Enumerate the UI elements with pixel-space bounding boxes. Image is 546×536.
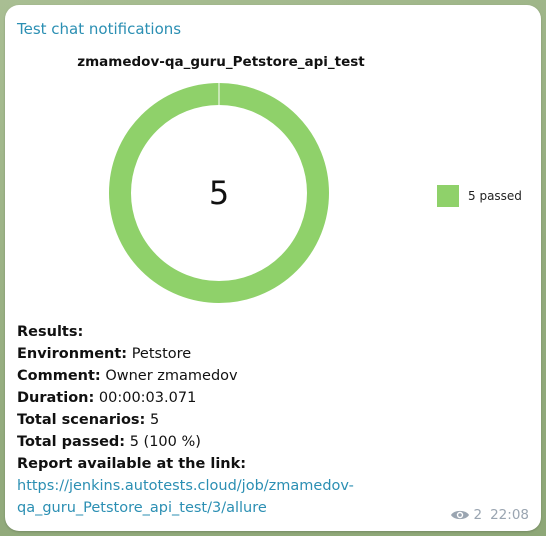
- environment-label: Environment:: [17, 346, 128, 362]
- total-scenarios-line: Total scenarios: 5: [17, 409, 537, 431]
- duration-label: Duration:: [17, 390, 95, 406]
- message-text: Results: Environment: Petstore Comment: …: [17, 321, 537, 519]
- duration-value: 00:00:03.071: [94, 390, 197, 406]
- views-count: 2: [473, 507, 483, 523]
- eye-icon: [450, 510, 469, 520]
- total-scenarios-label: Total scenarios:: [17, 412, 146, 428]
- total-passed-label: Total passed:: [17, 434, 126, 450]
- environment-line: Environment: Petstore: [17, 343, 537, 365]
- report-label-line: Report available at the link:: [17, 453, 537, 475]
- message-time: 22:08: [490, 507, 529, 523]
- total-passed-value: 5 (100 %): [125, 434, 201, 450]
- total-passed-line: Total passed: 5 (100 %): [17, 431, 537, 453]
- legend-label-passed: 5 passed: [468, 189, 522, 203]
- results-heading: Results:: [17, 324, 84, 340]
- comment-label: Comment:: [17, 368, 101, 384]
- chart-center-label: 5: [208, 174, 230, 212]
- total-scenarios-value: 5: [145, 412, 160, 428]
- chart-image[interactable]: zmamedov-qa_guru_Petstore_api_test 5 5 p…: [5, 45, 541, 325]
- duration-line: Duration: 00:00:03.071: [17, 387, 537, 409]
- comment-line: Comment: Owner zmamedov: [17, 365, 537, 387]
- environment-value: Petstore: [127, 346, 192, 362]
- legend-swatch-passed: [437, 185, 459, 207]
- report-label: Report available at the link:: [17, 456, 247, 472]
- report-link[interactable]: https://jenkins.autotests.cloud/job/zmam…: [17, 475, 397, 519]
- message-meta: 2 22:08: [450, 507, 529, 523]
- message-bubble[interactable]: Test chat notifications zmamedov-qa_guru…: [5, 5, 541, 531]
- sender-name[interactable]: Test chat notifications: [17, 20, 181, 38]
- comment-value: Owner zmamedov: [100, 368, 238, 384]
- chart-legend: 5 passed: [437, 185, 522, 207]
- chart-title: zmamedov-qa_guru_Petstore_api_test: [77, 54, 365, 70]
